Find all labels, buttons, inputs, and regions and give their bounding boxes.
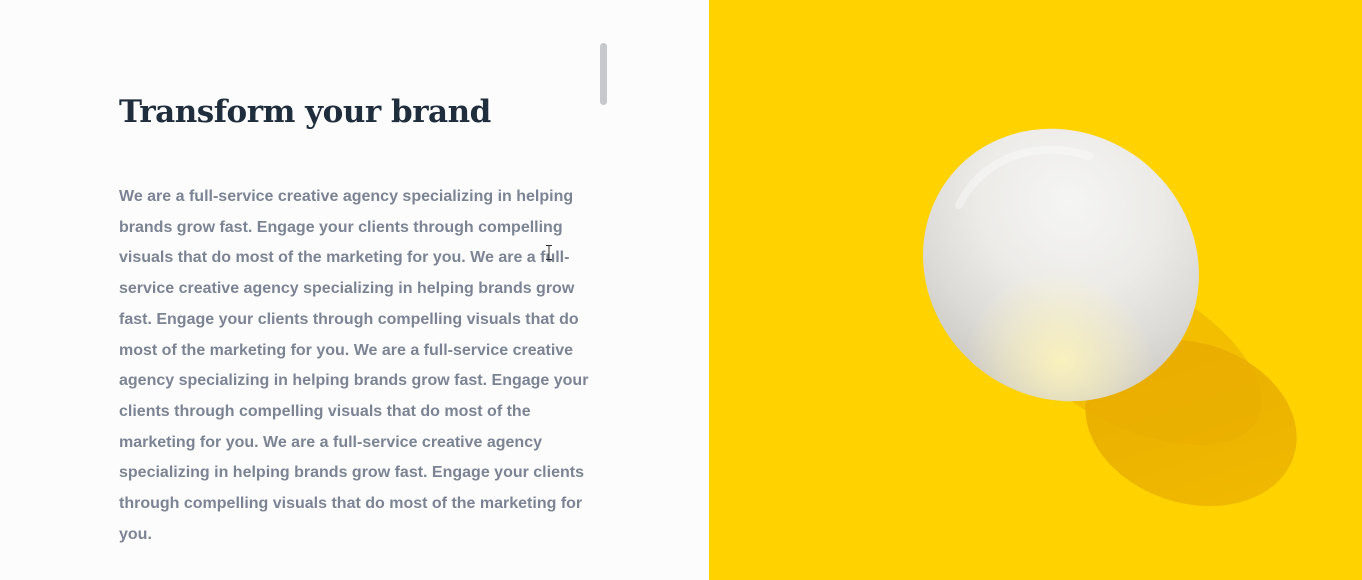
hero-description: We are a full-service creative agency sp…	[119, 188, 589, 543]
page-title: Transform your brand	[119, 94, 491, 130]
egg-photo	[709, 0, 1362, 580]
hero-image-panel	[709, 0, 1362, 580]
page: Transform your brand We are a full-servi…	[0, 0, 1362, 580]
scrollbar-thumb[interactable]	[600, 43, 607, 105]
hero-text-panel: Transform your brand We are a full-servi…	[0, 0, 709, 580]
hero-content: Transform your brand We are a full-servi…	[119, 92, 589, 550]
